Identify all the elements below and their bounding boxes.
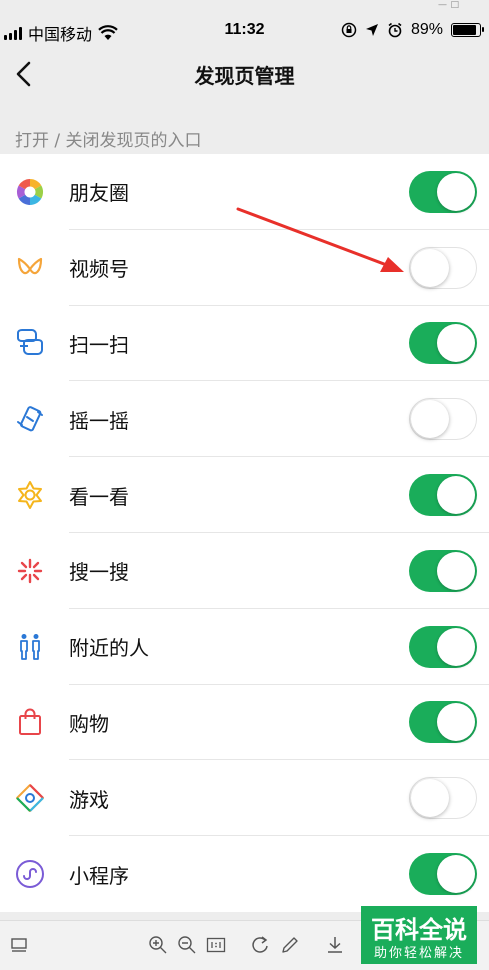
item-label: 小程序 (69, 863, 129, 888)
channels-toggle[interactable] (409, 246, 477, 289)
toggle-knob (437, 172, 475, 211)
shopping-toggle[interactable] (409, 701, 477, 744)
top-stories-icon (14, 479, 46, 511)
list-item-shopping: 购物 (0, 685, 489, 761)
maximize-icon[interactable]: □ (450, 0, 459, 10)
battery-percent: 89% (410, 21, 443, 38)
item-label: 视频号 (69, 257, 129, 282)
item-label: 游戏 (69, 787, 109, 812)
mini-programs-icon (14, 858, 46, 890)
toggle-knob (411, 248, 449, 287)
location-icon (365, 24, 378, 36)
watermark-logo: 百科全说 助你轻松解决 (361, 906, 477, 964)
toggle-knob (437, 703, 475, 742)
rotate-icon[interactable] (250, 935, 270, 955)
section-header: 打开 / 关闭发现页的入口 (15, 131, 202, 151)
alarm-icon (388, 22, 402, 38)
toggle-knob (437, 855, 475, 894)
shopping-bag-icon (14, 706, 46, 738)
watermark-title: 百科全说 (371, 916, 467, 944)
item-label: 搜一搜 (69, 560, 129, 585)
battery-icon (451, 23, 484, 37)
games-icon (14, 782, 46, 814)
moments-icon (14, 176, 46, 208)
mini-programs-toggle[interactable] (409, 853, 477, 896)
navigation-bar: 发现页管理 (0, 48, 489, 100)
people-nearby-toggle[interactable] (409, 625, 477, 668)
list-item-people-nearby: 附近的人 (0, 609, 489, 685)
toggle-knob (437, 324, 475, 363)
discover-entries-list: 朋友圈 视频号 扫一扫 摇一摇 看一看 搜一搜 附近的人 购物 游戏 小程序 (0, 154, 489, 912)
watermark-subtitle: 助你轻松解决 (373, 946, 464, 961)
monitor-icon[interactable] (10, 935, 30, 955)
page-title: 发现页管理 (194, 64, 295, 88)
item-label: 朋友圈 (69, 181, 129, 206)
channels-icon (14, 252, 46, 284)
list-item-channels: 视频号 (0, 230, 489, 306)
item-label: 附近的人 (69, 636, 149, 661)
minimize-icon[interactable]: — (438, 0, 447, 10)
list-item-shake: 摇一摇 (0, 381, 489, 458)
toggle-knob (437, 627, 475, 666)
zoom-in-icon[interactable] (148, 935, 168, 955)
status-bar: 中国移动 11:32 89% (0, 12, 489, 48)
shake-icon (14, 403, 46, 435)
zoom-out-icon[interactable] (177, 935, 197, 955)
toggle-knob (437, 476, 475, 515)
scan-toggle[interactable] (409, 322, 477, 365)
edit-pencil-icon[interactable] (280, 935, 300, 955)
moments-toggle[interactable] (409, 170, 477, 213)
toggle-knob (437, 551, 475, 590)
shake-toggle[interactable] (409, 398, 477, 441)
search-toggle[interactable] (409, 549, 477, 592)
toggle-knob (411, 400, 449, 439)
actual-size-icon[interactable] (206, 935, 226, 955)
download-icon[interactable] (325, 935, 345, 955)
search-icon (14, 555, 46, 587)
top-stories-toggle[interactable] (409, 474, 477, 517)
people-nearby-icon (14, 631, 46, 663)
list-item-mini-programs: 小程序 (0, 836, 489, 912)
games-toggle[interactable] (409, 777, 477, 820)
list-item-games: 游戏 (0, 760, 489, 837)
toggle-knob (411, 779, 449, 818)
scan-icon (14, 327, 46, 359)
rotation-lock-icon (341, 22, 357, 38)
item-label: 购物 (69, 711, 109, 736)
list-item-moments: 朋友圈 (0, 154, 489, 230)
list-item-scan: 扫一扫 (0, 306, 489, 382)
window-chrome: — □ (0, 0, 489, 12)
list-item-search: 搜一搜 (0, 533, 489, 609)
item-label: 摇一摇 (69, 408, 129, 433)
item-label: 看一看 (69, 484, 129, 509)
item-label: 扫一扫 (69, 332, 129, 357)
list-item-top-stories: 看一看 (0, 457, 489, 533)
